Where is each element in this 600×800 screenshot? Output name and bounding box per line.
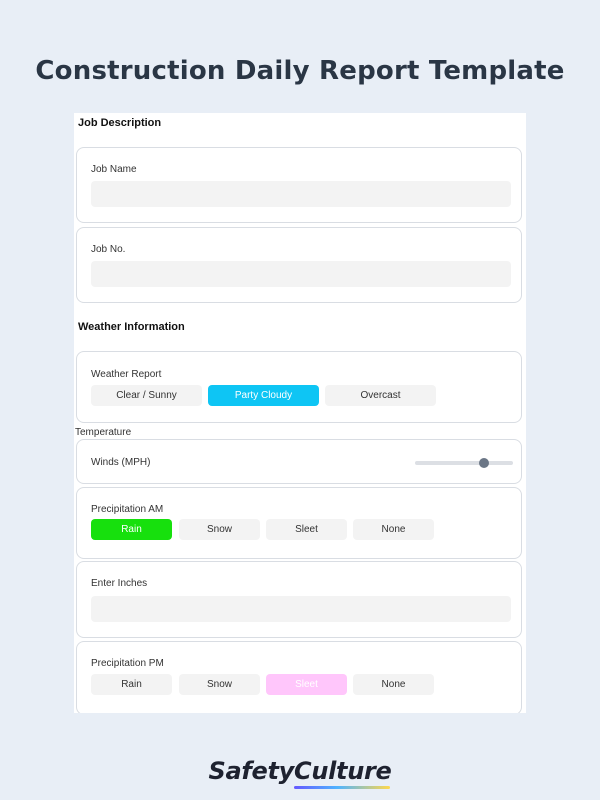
precipitation-am-label: Precipitation AM [91,504,164,515]
job-name-input[interactable] [91,181,511,207]
job-no-card: Job No. [76,227,522,303]
brand-underline-swoosh [294,786,390,789]
winds-slider-thumb[interactable] [478,458,489,468]
job-no-input[interactable] [91,261,511,287]
weather-option-clear-sunny[interactable]: Clear / Sunny [91,385,202,406]
enter-inches-label: Enter Inches [91,578,148,589]
winds-slider[interactable] [415,458,513,468]
precip-pm-option-none[interactable]: None [353,674,434,695]
winds-card: Winds (MPH) [76,439,522,484]
precip-am-option-none[interactable]: None [353,519,434,540]
precip-pm-option-rain[interactable]: Rain [91,674,172,695]
weather-report-card: Weather Report Clear / Sunny Party Cloud… [76,351,522,423]
precipitation-pm-card: Precipitation PM Rain Snow Sleet None [76,641,522,713]
safetyculture-logo: SafetyCulture [0,757,600,789]
job-no-label: Job No. [91,244,126,255]
precip-am-option-snow[interactable]: Snow [179,519,260,540]
precip-am-option-rain[interactable]: Rain [91,519,172,540]
weather-option-party-cloudy[interactable]: Party Cloudy [208,385,319,406]
precip-pm-option-snow[interactable]: Snow [179,674,260,695]
precipitation-am-card: Precipitation AM Rain Snow Sleet None [76,487,522,559]
weather-report-label: Weather Report [91,369,162,380]
winds-label: Winds (MPH) [91,457,151,468]
temperature-label: Temperature [75,427,132,438]
weather-information-heading: Weather Information [78,321,185,333]
report-form: Job Description Job Name Job No. Weather… [74,113,526,713]
job-description-heading: Job Description [78,117,162,129]
enter-inches-card: Enter Inches [76,561,522,638]
job-name-card: Job Name [76,147,522,223]
brand-wordmark: SafetyCulture [208,757,392,785]
page-title: Construction Daily Report Template [35,56,565,86]
enter-inches-input[interactable] [91,596,511,622]
precip-pm-option-sleet[interactable]: Sleet [266,674,347,695]
precipitation-pm-label: Precipitation PM [91,658,164,669]
job-name-label: Job Name [91,164,137,175]
weather-option-overcast[interactable]: Overcast [325,385,436,406]
precip-am-option-sleet[interactable]: Sleet [266,519,347,540]
